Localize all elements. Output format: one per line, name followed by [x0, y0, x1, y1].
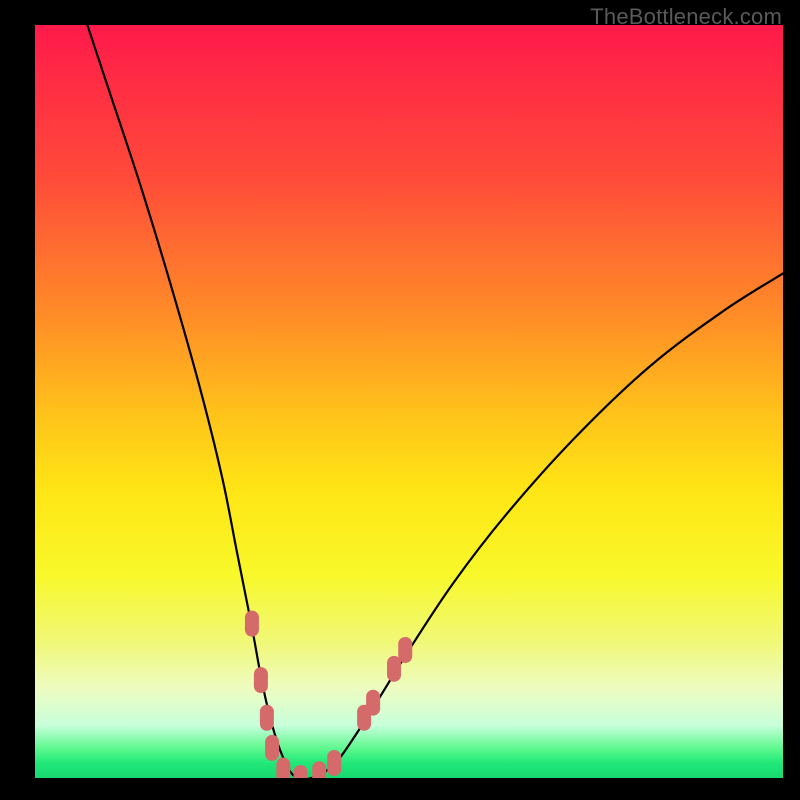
marker-point	[294, 765, 308, 778]
marker-point	[254, 667, 268, 693]
marker-point	[312, 761, 326, 778]
marker-point	[276, 757, 290, 778]
plot-area	[35, 25, 783, 778]
watermark-label: TheBottleneck.com	[590, 4, 782, 30]
bottleneck-curve	[87, 25, 783, 778]
marker-point	[327, 750, 341, 776]
marker-point	[260, 705, 274, 731]
marker-point	[387, 656, 401, 682]
highlight-markers	[245, 611, 412, 778]
marker-point	[398, 637, 412, 663]
chart-frame: TheBottleneck.com	[0, 0, 800, 800]
marker-point	[366, 690, 380, 716]
chart-svg	[35, 25, 783, 778]
marker-point	[245, 611, 259, 637]
marker-point	[265, 735, 279, 761]
